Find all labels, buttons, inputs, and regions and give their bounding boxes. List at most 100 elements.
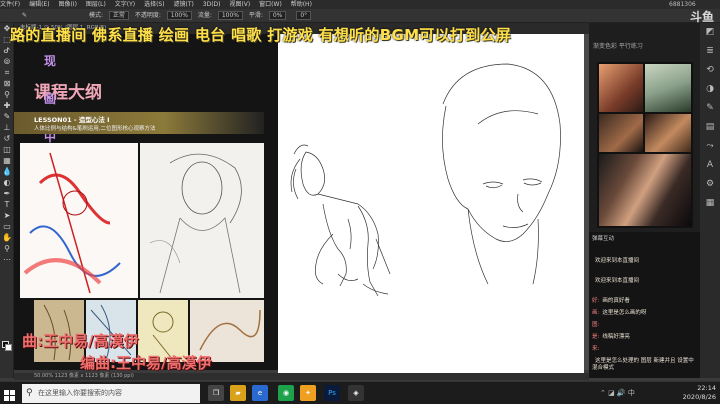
zoom-tool-icon[interactable]: ⚲: [0, 243, 14, 254]
reference-panel-title: 渐变色彩 平行练习: [593, 43, 643, 50]
menu-item-select[interactable]: 选择(S): [144, 1, 165, 8]
gradient-tool-icon[interactable]: ▦: [0, 155, 14, 166]
lasso-tool-icon[interactable]: ᕷ: [0, 45, 14, 56]
healing-tool-icon[interactable]: ✚: [0, 100, 14, 111]
swatches-panel-icon[interactable]: ▦: [700, 194, 720, 213]
app-icon[interactable]: ◈: [348, 385, 364, 401]
eyedropper-tool-icon[interactable]: ⚲: [0, 89, 14, 100]
search-icon: ⚲: [26, 388, 33, 398]
screen: 文件(F) 编辑(E) 图像(I) 图层(L) 文字(Y) 选择(S) 滤镜(T…: [0, 0, 720, 404]
pen-tool-icon[interactable]: ✒: [0, 188, 14, 199]
panel-icon-strip: ◩ ≣ ⟲ ◑ ✎ ▤ ⤳ A ⚙ ▦: [700, 23, 720, 378]
opacity-label: 不透明度:: [134, 12, 161, 19]
file-explorer-icon[interactable]: ▰: [230, 385, 246, 401]
frame-tool-icon[interactable]: ⊠: [0, 78, 14, 89]
lesson-banner: LESSON01 - 造型心法 I 人体比例与结构&笔刷运用,二位图形核心观察方…: [14, 112, 264, 134]
chat-message: 图:: [592, 322, 600, 328]
chat-message: 好: 画的真好看: [592, 298, 630, 304]
menu-item-help[interactable]: 帮助(H): [291, 1, 312, 8]
reference-image[interactable]: [645, 114, 691, 152]
menu-item-filter[interactable]: 滤镜(T): [174, 1, 194, 8]
channels-panel-icon[interactable]: ▤: [700, 118, 720, 137]
sample-artwork-line-figure: [140, 143, 264, 298]
lesson-title: LESSON01 - 造型心法 I: [34, 116, 110, 124]
reference-image[interactable]: [645, 64, 691, 112]
properties-panel-icon[interactable]: ⚙: [700, 175, 720, 194]
task-view-icon[interactable]: ❐: [208, 385, 224, 401]
flow-field[interactable]: 100%: [217, 11, 243, 20]
chat-message: 来:: [592, 346, 600, 352]
opacity-field[interactable]: 100%: [166, 11, 192, 20]
character-panel-icon[interactable]: A: [700, 156, 720, 175]
history-brush-icon[interactable]: ↺: [0, 133, 14, 144]
app-icon[interactable]: e: [252, 385, 268, 401]
chat-title: 弹幕互动: [592, 236, 615, 242]
blur-tool-icon[interactable]: 💧: [0, 166, 14, 177]
menu-item-3d[interactable]: 3D(D): [203, 1, 221, 8]
tool-panel: ✥ ⬚ ᕷ ⦾ ⌗ ⊠ ⚲ ✚ ✎ ⊥ ↺ ◫ ▦ 💧 ◐ ✒ T ➤ ▭ ✋ …: [0, 23, 14, 378]
brush-icon[interactable]: ✎: [0, 111, 14, 122]
menu-item-window[interactable]: 窗口(W): [259, 1, 282, 8]
angle-field[interactable]: 0°: [296, 11, 312, 20]
photoshop-icon[interactable]: Ps: [324, 385, 340, 401]
taskbar: ⚲ 在这里输入你要搜索的内容 ❐ ▰ e ◉ ✦ Ps ◈ ⌃ ◪ 🔊 中 22…: [0, 381, 720, 404]
app-icon[interactable]: ✦: [300, 385, 316, 401]
clock-date: 2020/8/26: [682, 393, 716, 401]
menu-item-file[interactable]: 文件(F): [0, 1, 20, 8]
taskbar-search-input[interactable]: ⚲ 在这里输入你要搜索的内容: [22, 384, 200, 403]
menu-item-type[interactable]: 文字(Y): [115, 1, 135, 8]
more-tools-icon[interactable]: ⋯: [0, 254, 14, 265]
figure-sketch: [290, 144, 391, 297]
brush-tool-icon[interactable]: ✎: [22, 12, 27, 19]
adjust-panel-icon[interactable]: ◑: [700, 80, 720, 99]
brush-panel-icon[interactable]: ✎: [700, 99, 720, 118]
reference-image[interactable]: [599, 154, 691, 226]
shape-tool-icon[interactable]: ▭: [0, 221, 14, 232]
menu-item-image[interactable]: 图像(I): [58, 1, 76, 8]
windows-start-icon[interactable]: [4, 387, 16, 401]
menu-bar: 文件(F) 编辑(E) 图像(I) 图层(L) 文字(Y) 选择(S) 滤镜(T…: [0, 0, 720, 9]
mode-select[interactable]: 正常: [108, 11, 129, 20]
mode-label: 模式:: [88, 12, 103, 19]
reference-thumbnails: [597, 62, 693, 228]
paths-panel-icon[interactable]: ⤳: [700, 137, 720, 156]
dodge-tool-icon[interactable]: ◐: [0, 177, 14, 188]
chat-message: 欢迎来到本直播间: [595, 278, 640, 284]
menu-item-layer[interactable]: 图层(L): [86, 1, 106, 8]
history-panel-icon[interactable]: ⟲: [700, 61, 720, 80]
clock[interactable]: 22:14 2020/8/26: [683, 384, 716, 402]
stamp-tool-icon[interactable]: ⊥: [0, 122, 14, 133]
quick-select-tool-icon[interactable]: ⦾: [0, 56, 14, 67]
chat-message: 是: 线稿好漂亮: [592, 334, 630, 340]
reference-image[interactable]: [599, 64, 643, 112]
clock-time: 22:14: [697, 384, 716, 392]
background-color-swatch[interactable]: [5, 344, 12, 351]
brand-logo: 斗鱼: [689, 10, 714, 24]
live-chat: 弹幕互动 欢迎来到本直播间 欢迎来到本直播间 好: 画的真好看 画: 这里是怎么画的…: [589, 232, 700, 378]
path-select-tool-icon[interactable]: ➤: [0, 210, 14, 221]
lesson-subtitle: 人体比例与结构&笔刷运用,二位图形核心观察方法: [34, 126, 156, 132]
vertical-char: 画: [44, 92, 57, 106]
room-number: 6881306: [669, 1, 696, 8]
system-tray[interactable]: ⌃ ◪ 🔊 中: [600, 388, 635, 398]
crop-tool-icon[interactable]: ⌗: [0, 67, 14, 78]
smooth-label: 平滑:: [248, 12, 263, 19]
type-tool-icon[interactable]: T: [0, 199, 14, 210]
search-placeholder: 在这里输入你要搜索的内容: [38, 389, 122, 397]
lyric-arranger: 编曲:王中易/高漠伊: [80, 354, 212, 372]
color-panel-icon[interactable]: ◩: [700, 23, 720, 42]
hand-tool-icon[interactable]: ✋: [0, 232, 14, 243]
chat-message: 画: 这里是怎么画的呀: [592, 310, 647, 316]
lyric-composer: 曲:王中易/高漠伊: [22, 332, 139, 350]
menu-item-edit[interactable]: 编辑(E): [29, 1, 49, 8]
reference-image[interactable]: [599, 114, 643, 152]
smooth-field[interactable]: 0%: [268, 11, 287, 20]
drawing-canvas[interactable]: [278, 34, 584, 374]
chat-message: 欢迎来到本直播间: [595, 258, 640, 264]
menu-item-view[interactable]: 视图(V): [229, 1, 250, 8]
layers-panel-icon[interactable]: ≣: [700, 42, 720, 61]
head-sketch: [442, 63, 561, 285]
eraser-tool-icon[interactable]: ◫: [0, 144, 14, 155]
chrome-icon[interactable]: ◉: [278, 385, 294, 401]
scrolling-banner: 路的直播间 佛系直播 绘画 电台 唱歌 打游戏 有想听的BGM可以打到公屏: [10, 26, 512, 44]
